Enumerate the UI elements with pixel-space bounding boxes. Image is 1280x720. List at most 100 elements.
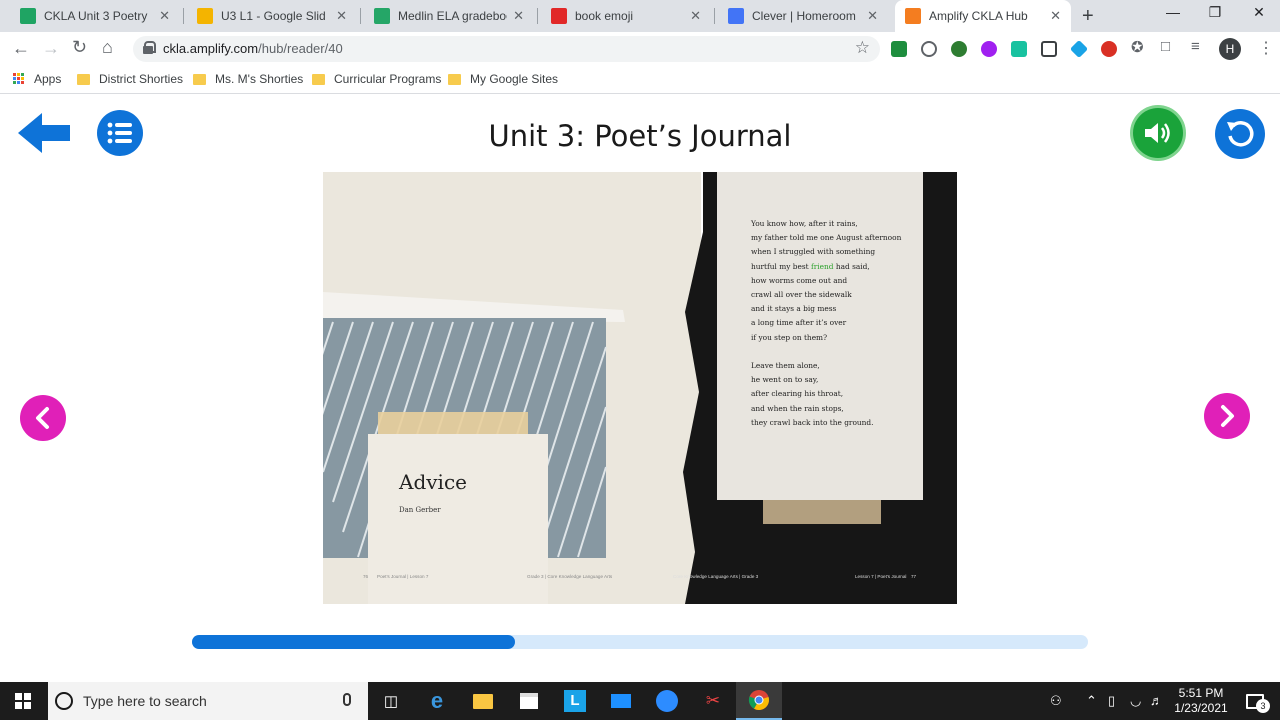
folder-icon xyxy=(448,73,461,85)
bookmark-folder[interactable]: Curricular Programs xyxy=(312,72,441,86)
book-page-spread: Advice Dan Gerber You know how, after it… xyxy=(323,172,957,604)
browser-tab[interactable]: CKLA Unit 3 Poetry ✕ xyxy=(10,0,180,32)
close-tab-icon[interactable]: ✕ xyxy=(1050,8,1061,24)
extension-icon[interactable] xyxy=(891,41,907,57)
volume-icon[interactable]: ♬ xyxy=(1150,693,1163,708)
store-icon xyxy=(520,693,538,709)
chrome-icon xyxy=(748,690,769,711)
tab-separator xyxy=(537,8,538,24)
wifi-icon[interactable]: ◡ xyxy=(1130,693,1141,709)
extension-icon[interactable] xyxy=(981,41,997,57)
task-view-icon: ◫ xyxy=(383,693,399,710)
mail-button[interactable] xyxy=(598,682,644,720)
clock-time: 5:51 PM xyxy=(1178,686,1224,700)
bookmark-apps[interactable]: Apps xyxy=(13,72,61,86)
extension-icon[interactable] xyxy=(1101,41,1117,57)
new-tab-button[interactable]: + xyxy=(1082,5,1094,28)
poem-line: You know how, after it rains, xyxy=(751,219,858,228)
forward-icon[interactable]: → xyxy=(42,38,60,59)
apps-grid-icon xyxy=(13,73,25,85)
bookmark-star-icon[interactable]: ☆ xyxy=(855,38,870,58)
extension-icon[interactable] xyxy=(1011,41,1027,57)
previous-page-button[interactable] xyxy=(20,395,66,441)
close-tab-icon[interactable]: ✕ xyxy=(159,8,170,24)
menu-kebab-icon[interactable]: ⋮ xyxy=(1258,38,1274,58)
grid-extension-icon[interactable] xyxy=(1041,41,1057,57)
bookmark-folder[interactable]: My Google Sites xyxy=(448,72,558,86)
browser-tab[interactable]: Amplify CKLA Hub ✕ xyxy=(895,0,1071,32)
poem-line: crawl all over the sidewalk xyxy=(751,290,852,300)
browser-tab[interactable]: book emoji ✕ xyxy=(541,0,711,32)
launcher-app-button[interactable]: L xyxy=(552,682,598,720)
replay-icon xyxy=(1227,121,1254,147)
clock-date: 1/23/2021 xyxy=(1174,701,1228,715)
show-hidden-icons-button[interactable]: ⌃ xyxy=(1086,693,1097,709)
google-drive-icon xyxy=(20,8,36,24)
poem-line: they crawl back into the ground. xyxy=(751,417,874,427)
people-icon[interactable]: ⚇ xyxy=(1050,693,1062,709)
reading-list-icon[interactable]: ≡ xyxy=(1191,38,1200,55)
browser-tab[interactable]: Clever | Homeroom ✕ xyxy=(718,0,888,32)
close-tab-icon[interactable]: ✕ xyxy=(513,8,524,24)
close-tab-icon[interactable]: ✕ xyxy=(690,8,701,24)
windows-logo-icon xyxy=(15,693,31,709)
action-center-button[interactable]: 3 xyxy=(1232,682,1278,720)
close-window-button[interactable]: ✕ xyxy=(1236,4,1280,21)
highlighted-word[interactable]: friend xyxy=(811,262,834,271)
poem-line: and it stays a big mess xyxy=(751,304,837,314)
profile-avatar[interactable]: H xyxy=(1219,38,1241,60)
microphone-icon[interactable] xyxy=(343,693,351,706)
folder-icon xyxy=(312,73,325,85)
tab-title: U3 L1 - Google Slid xyxy=(221,9,326,23)
back-icon[interactable]: ← xyxy=(12,38,30,59)
start-button[interactable] xyxy=(0,682,46,720)
bookmark-folder[interactable]: District Shorties xyxy=(77,72,183,86)
google-slides-icon xyxy=(197,8,213,24)
clever-icon xyxy=(728,8,744,24)
snipping-tool-button[interactable]: ✂ xyxy=(690,682,736,720)
browser-tab[interactable]: Medlin ELA gradebook ✕ xyxy=(364,0,534,32)
close-tab-icon[interactable]: ✕ xyxy=(867,8,878,24)
notification-count-badge: 3 xyxy=(1256,699,1270,713)
tab-separator xyxy=(183,8,184,24)
browser-tab[interactable]: U3 L1 - Google Slid ✕ xyxy=(187,0,357,32)
right-page-number: 77 xyxy=(911,574,917,579)
cast-icon[interactable]: □ xyxy=(1161,38,1170,55)
extension-icon[interactable] xyxy=(951,41,967,57)
store-button[interactable] xyxy=(506,682,552,720)
restore-button[interactable]: ❐ xyxy=(1192,4,1238,21)
reading-progress-bar[interactable] xyxy=(192,635,1088,649)
home-icon[interactable]: ⌂ xyxy=(102,37,113,58)
l-app-icon: L xyxy=(564,690,586,712)
replay-button[interactable] xyxy=(1215,109,1265,159)
left-page-number: 76 xyxy=(363,574,369,579)
battery-icon[interactable]: ▯ xyxy=(1108,693,1115,709)
next-page-button[interactable] xyxy=(1204,393,1250,439)
flipboard-icon xyxy=(551,8,567,24)
tab-separator xyxy=(714,8,715,24)
power-extension-icon[interactable] xyxy=(921,41,937,57)
close-tab-icon[interactable]: ✕ xyxy=(336,8,347,24)
file-explorer-button[interactable] xyxy=(460,682,506,720)
folder-icon xyxy=(77,73,90,85)
right-page-footer-1: Core Knowledge Language Arts | Grade 3 xyxy=(673,574,759,579)
taskbar-search[interactable]: Type here to search xyxy=(48,682,368,720)
right-page-footer-2: Lesson 7 | Poet’s Journal xyxy=(855,574,907,579)
poem-line: my father told me one August afternoon xyxy=(751,233,902,243)
reload-icon[interactable]: ↻ xyxy=(72,37,87,58)
address-bar[interactable]: ckla.amplify.com/hub/reader/40 ☆ xyxy=(133,36,880,62)
bookmarks-bar: Apps District Shorties Ms. M's Shorties … xyxy=(0,66,1280,94)
url-host: ckla.amplify.com xyxy=(163,41,259,56)
poem-author: Dan Gerber xyxy=(399,506,441,514)
zoom-button[interactable] xyxy=(644,682,690,720)
task-view-button[interactable]: ◫ xyxy=(368,682,414,720)
puzzle-extensions-icon[interactable]: ✪ xyxy=(1131,38,1144,56)
left-page-footer: Poet’s Journal | Lesson 7 xyxy=(377,574,429,579)
minimize-button[interactable]: — xyxy=(1150,4,1196,20)
bookmark-folder[interactable]: Ms. M's Shorties xyxy=(193,72,303,86)
chrome-button[interactable] xyxy=(736,682,782,720)
poem-line: if you step on them? xyxy=(751,332,828,342)
read-aloud-button[interactable] xyxy=(1133,108,1183,158)
edge-button[interactable]: e xyxy=(414,682,460,720)
system-clock[interactable]: 5:51 PM 1/23/2021 xyxy=(1170,686,1232,716)
